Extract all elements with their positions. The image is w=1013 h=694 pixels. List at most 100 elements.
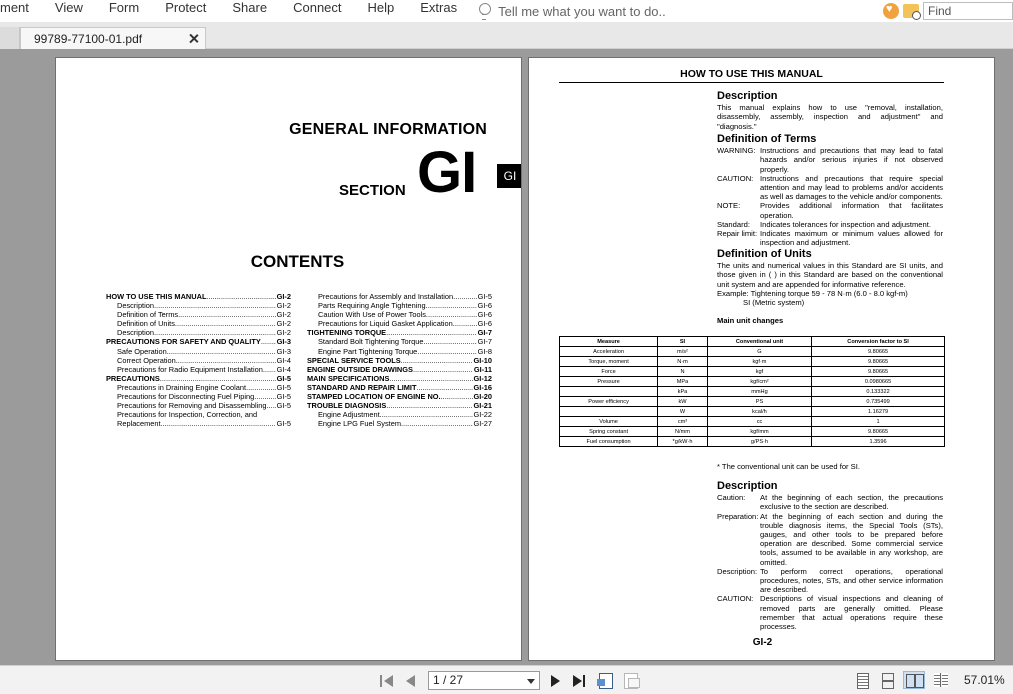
next-page-icon[interactable] — [549, 674, 563, 688]
toc-entry[interactable]: Engine AdjustmentGI-22 — [307, 410, 492, 419]
table-row: kPa mmHg 0.133322 — [558, 386, 945, 397]
toc-entry[interactable]: TIGHTENING TORQUEGI-7 — [307, 328, 492, 337]
find-folder-icon[interactable] — [903, 4, 921, 20]
toc-entry[interactable]: Correct OperationGI-4 — [106, 356, 291, 365]
term-row: WARNING: Instructions and precautions tha… — [717, 146, 943, 174]
toc-entry[interactable]: Precautions for Assembly and Installatio… — [307, 292, 492, 301]
table-row: Volume cm³ cc 1 — [558, 416, 945, 427]
toc-entry[interactable]: Precautions for Removing and Disassembli… — [106, 401, 291, 410]
facing-view-icon[interactable] — [903, 671, 925, 689]
toc-entry[interactable]: Parts Requiring Angle TighteningGI-6 — [307, 301, 492, 310]
toc-entry[interactable]: SPECIAL SERVICE TOOLSGI-10 — [307, 356, 492, 365]
toc-entry[interactable]: DescriptionGI-2 — [106, 301, 291, 310]
chevron-down-icon — [527, 679, 535, 684]
toc-entry[interactable]: Precautions for Inspection, Correction, … — [106, 410, 291, 419]
table-note: * The conventional unit can be used for … — [717, 462, 860, 471]
contents-title: CONTENTS — [250, 252, 345, 271]
toc-entry[interactable]: Engine LPG Fuel SystemGI-27 — [307, 419, 492, 428]
toc-entry[interactable]: MAIN SPECIFICATIONSGI-12 — [307, 374, 492, 383]
toc-entry[interactable]: Precautions for Radio Equipment Installa… — [106, 365, 291, 374]
toc-entry[interactable]: Definition of TermsGI-2 — [106, 310, 291, 319]
toc-entry[interactable]: Precautions for Disconnecting Fuel Pipin… — [106, 392, 291, 401]
table-row: Wkcal/h 1.16279 — [558, 406, 945, 417]
toc-entry[interactable]: Precautions for Liquid Gasket Applicatio… — [307, 319, 492, 328]
toc-entry[interactable]: Engine Part Tightening TorqueGI-8 — [307, 347, 492, 356]
toc-column-1: HOW TO USE THIS MANUALGI-2 DescriptionGI… — [106, 292, 291, 428]
section-label: SECTION — [339, 182, 406, 199]
table-row: Fuel consumption *g/kW·h g/PS·h 1.3596 — [558, 436, 945, 447]
menu-extras[interactable]: Extras — [407, 0, 470, 22]
toc-entry[interactable]: Precautions in Draining Engine CoolantGI… — [106, 383, 291, 392]
menu-bar: ment View Form Protect Share Connect Hel… — [0, 0, 1013, 22]
table-header-row: Measure SI Conventional unit Conversion … — [558, 336, 945, 347]
find-input[interactable]: Find — [923, 2, 1013, 20]
continuous-facing-view-icon[interactable] — [933, 673, 949, 689]
menu-form[interactable]: Form — [96, 0, 152, 22]
term-row: Repair limit: Indicates maximum or minimu… — [717, 229, 943, 248]
page-header: HOW TO USE THIS MANUAL — [559, 68, 944, 83]
units-heading: Definition of Units — [717, 248, 812, 260]
previous-page-icon[interactable] — [404, 674, 418, 688]
document-tab[interactable]: 99789-77100-01.pdf — [20, 27, 206, 49]
unit-conversion-table: Measure SI Conventional unit Conversion … — [558, 336, 945, 447]
description-2-heading: Description — [717, 480, 778, 492]
single-page-view-icon[interactable] — [855, 673, 871, 689]
favorite-icon[interactable] — [883, 3, 899, 19]
toc-entry[interactable]: PRECAUTIONSGI-5 — [106, 374, 291, 383]
menu-view[interactable]: View — [42, 0, 96, 22]
toc-entry[interactable]: Safe OperationGI-3 — [106, 347, 291, 356]
menu-share[interactable]: Share — [219, 0, 280, 22]
page-number-select[interactable]: 1 / 27 — [428, 671, 540, 690]
term-row: NOTE: Provides additional information tha… — [717, 201, 943, 220]
units-text: The units and numerical values in this S… — [717, 261, 943, 289]
menu-document[interactable]: ment — [0, 0, 42, 22]
toc-entry[interactable]: PRECAUTIONS FOR SAFETY AND QUALITYGI-3 — [106, 337, 291, 346]
description-row: Description: To perform correct operation… — [717, 566, 943, 595]
terms-section: Definition of Terms WARNING: Instructions… — [717, 133, 943, 248]
continuous-view-icon[interactable] — [880, 673, 896, 689]
description-row: Caution: At the beginning of each section… — [717, 493, 943, 512]
toc-entry[interactable]: DescriptionGI-2 — [106, 328, 291, 337]
page-number: GI-2 — [752, 637, 773, 648]
section-code: GI — [417, 140, 477, 205]
close-icon[interactable] — [188, 33, 199, 44]
first-page-icon[interactable] — [380, 674, 394, 688]
toc-entry[interactable]: STAMPED LOCATION OF ENGINE NO.GI-20 — [307, 392, 492, 401]
terms-heading: Definition of Terms — [717, 133, 817, 145]
fit-page-icon[interactable] — [622, 672, 640, 689]
page-indicator: 1 / 27 — [433, 673, 464, 687]
toc-entry[interactable]: ReplacementGI-5 — [106, 419, 291, 428]
right-toolbar: Find — [883, 0, 1013, 22]
pdf-page-right: HOW TO USE THIS MANUAL Description This … — [528, 57, 995, 661]
table-row: Force Nkgf 9.80665 — [558, 366, 945, 377]
section-tab-marker: GI — [497, 164, 521, 188]
last-page-icon[interactable] — [572, 674, 586, 688]
fit-width-icon[interactable] — [597, 672, 615, 689]
units-example: Example: Tightening torque 59 - 78 N·m (… — [717, 288, 908, 298]
table-row: Torque, moment N·m kgf·m 9.80665 — [558, 356, 945, 367]
toc-entry[interactable]: TROUBLE DIAGNOSISGI-21 — [307, 401, 492, 410]
description-row: CAUTION: Descriptions of visual inspectio… — [717, 594, 943, 632]
menu-protect[interactable]: Protect — [152, 0, 219, 22]
menu-connect[interactable]: Connect — [280, 0, 354, 22]
term-row: Standard: Indicates tolerances for inspec… — [717, 219, 931, 229]
lightbulb-icon — [478, 3, 492, 20]
tell-me-text: Tell me what you want to do.. — [498, 3, 666, 19]
menu-help[interactable]: Help — [355, 0, 408, 22]
general-information-title: GENERAL INFORMATION — [289, 121, 487, 138]
toc-entry[interactable]: Caution With Use of Power ToolsGI-6 — [307, 310, 492, 319]
toc-entry[interactable]: HOW TO USE THIS MANUALGI-2 — [106, 292, 291, 301]
previous-tab[interactable] — [0, 27, 20, 49]
toc-entry[interactable]: STANDARD AND REPAIR LIMITGI-16 — [307, 383, 492, 392]
toc-entry[interactable]: Standard Bolt Tightening TorqueGI-7 — [307, 337, 492, 346]
table-row: Spring constant N/mm kgf/mm 9.80665 — [558, 426, 945, 437]
units-section: Definition of Units The units and numeri… — [717, 248, 943, 325]
tell-me-search[interactable]: Tell me what you want to do.. — [478, 3, 666, 20]
toc-entry[interactable]: Definition of UnitsGI-2 — [106, 319, 291, 328]
description-row: Preparation: At the beginning of each sec… — [717, 511, 943, 567]
zoom-level[interactable]: 57.01% — [964, 673, 1005, 687]
pdf-page-left: GENERAL INFORMATION SECTION GI GI CONTEN… — [55, 57, 522, 661]
toc-entry[interactable]: ENGINE OUTSIDE DRAWINGSGI-11 — [307, 365, 492, 374]
units-example-si: SI (Metric system) — [743, 298, 805, 308]
tab-strip: 99789-77100-01.pdf — [0, 22, 1013, 49]
